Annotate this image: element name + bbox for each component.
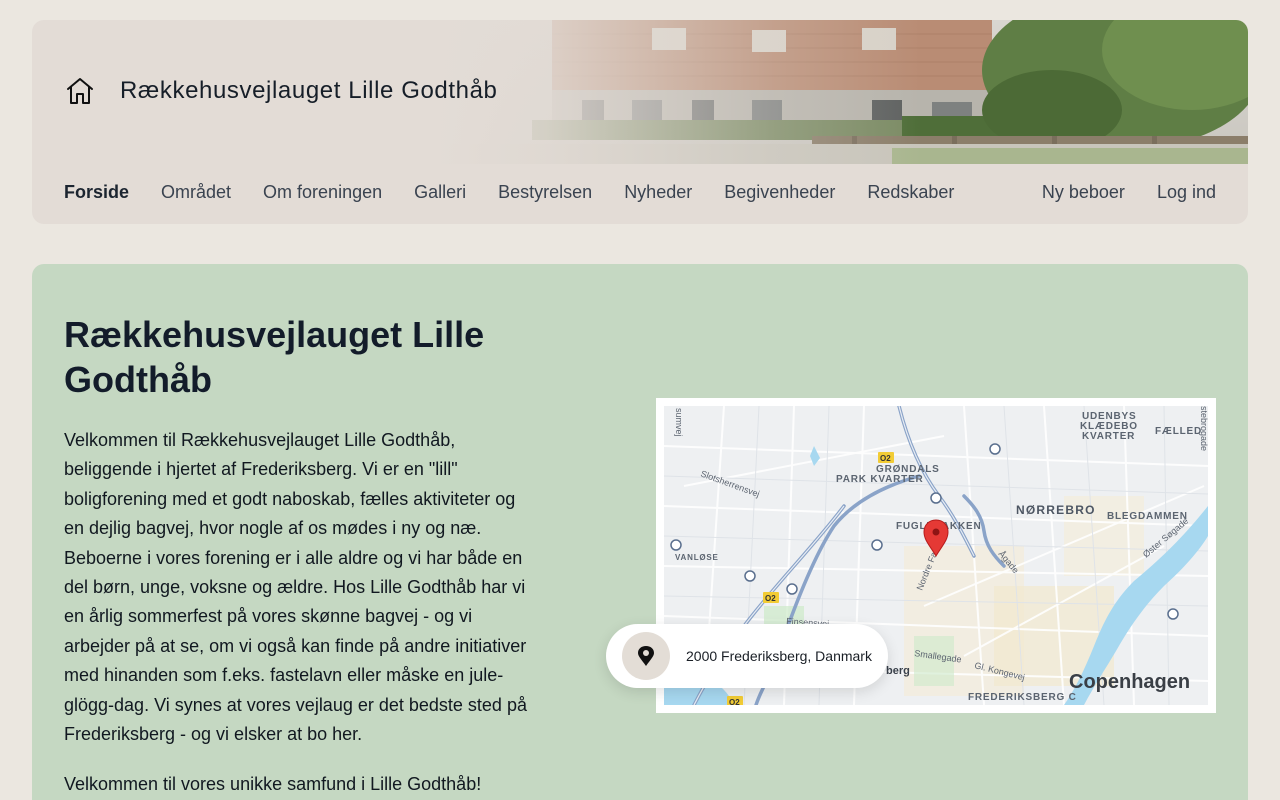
map-label-o2c: O2 bbox=[729, 698, 740, 705]
map-label-grondals2: PARK KVARTER bbox=[836, 474, 924, 485]
map-label-faelled: FÆLLED bbox=[1155, 426, 1202, 437]
nav-primary: Forside Området Om foreningen Galleri Be… bbox=[64, 182, 954, 203]
nav-item-om-foreningen[interactable]: Om foreningen bbox=[263, 182, 382, 203]
map-label-o2a: O2 bbox=[880, 454, 891, 463]
nav-item-redskaber[interactable]: Redskaber bbox=[867, 182, 954, 203]
welcome-text: Velkommen til vores unikke samfund i Lil… bbox=[64, 774, 482, 794]
nav-secondary: Ny beboer Log ind bbox=[1042, 182, 1216, 203]
map-label-frederiksberg-c: FREDERIKSBERG C bbox=[968, 692, 1077, 703]
address-card[interactable]: 2000 Frederiksberg, Danmark bbox=[606, 624, 888, 688]
nav-item-omraadet[interactable]: Området bbox=[161, 182, 231, 203]
main-nav: Forside Området Om foreningen Galleri Be… bbox=[64, 182, 1216, 203]
map-pin-icon bbox=[638, 646, 654, 666]
nav-item-forside[interactable]: Forside bbox=[64, 182, 129, 203]
nav-item-nyheder[interactable]: Nyheder bbox=[624, 182, 692, 203]
home-icon bbox=[67, 78, 93, 104]
address-pin-badge bbox=[622, 632, 670, 680]
address-text: 2000 Frederiksberg, Danmark bbox=[686, 648, 872, 664]
intro-section: Rækkehusvejlauget Lille Godthåb Velkomme… bbox=[32, 264, 1248, 800]
nav-item-begivenheder[interactable]: Begivenheder bbox=[724, 182, 835, 203]
map-label-stebrogade: stebrogade bbox=[1199, 406, 1208, 451]
map-label-berg: berg bbox=[886, 665, 910, 677]
map-label-o2b: O2 bbox=[765, 594, 776, 603]
hero-fade-overlay bbox=[432, 20, 1248, 164]
map-label-blegdammen: BLEGDAMMEN bbox=[1107, 511, 1188, 522]
brand[interactable]: Rækkehusvejlauget Lille Godthåb bbox=[64, 75, 498, 107]
site-title: Rækkehusvejlauget Lille Godthåb bbox=[120, 77, 498, 104]
map-label-sumvej: sumvej bbox=[674, 408, 684, 437]
map-label-norrebro: NØRREBRO bbox=[1016, 503, 1096, 517]
map-label-vanlose: VANLØSE bbox=[675, 553, 719, 562]
intro-paragraph: Velkommen til Rækkehusvejlauget Lille Go… bbox=[64, 430, 527, 745]
page-title: Rækkehusvejlauget Lille Godthåb bbox=[64, 314, 485, 400]
nav-item-ny-beboer[interactable]: Ny beboer bbox=[1042, 182, 1125, 203]
map-label-udenbys3: KVARTER bbox=[1082, 431, 1135, 442]
map-label-copenhagen: Copenhagen bbox=[1069, 671, 1190, 693]
nav-item-bestyrelsen[interactable]: Bestyrelsen bbox=[498, 182, 592, 203]
nav-item-log-ind[interactable]: Log ind bbox=[1157, 182, 1216, 203]
site-header: Rækkehusvejlauget Lille Godthåb Forside … bbox=[32, 20, 1248, 224]
nav-item-galleri[interactable]: Galleri bbox=[414, 182, 466, 203]
header-hero-photo bbox=[432, 20, 1248, 164]
